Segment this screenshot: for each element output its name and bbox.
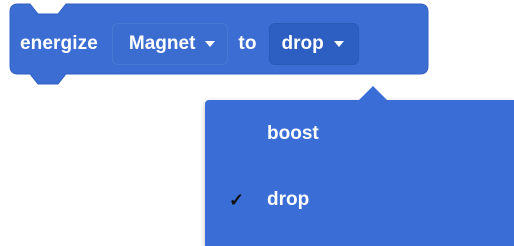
target-dropdown[interactable]: Magnet (111, 23, 229, 65)
block-label-energize: energize (20, 33, 98, 54)
chevron-down-icon (205, 41, 216, 47)
menu-item-boost[interactable]: boost (205, 106, 514, 162)
chevron-down-icon (333, 41, 344, 47)
menu-item-label: drop (267, 189, 310, 210)
block-label-to: to (238, 33, 257, 54)
target-dropdown-value: Magnet (128, 33, 196, 54)
dropdown-pointer (359, 86, 387, 100)
energize-block[interactable]: energize Magnet to drop (10, 14, 359, 74)
canvas: energize Magnet to drop boost ✓ drop (0, 0, 514, 246)
action-dropdown[interactable]: drop (268, 23, 359, 65)
menu-item-label: boost (267, 123, 319, 144)
action-dropdown-menu: boost ✓ drop (205, 86, 514, 246)
action-dropdown-value: drop (281, 33, 324, 54)
checkmark-icon: ✓ (229, 189, 245, 210)
menu-item-drop[interactable]: ✓ drop (205, 172, 514, 228)
